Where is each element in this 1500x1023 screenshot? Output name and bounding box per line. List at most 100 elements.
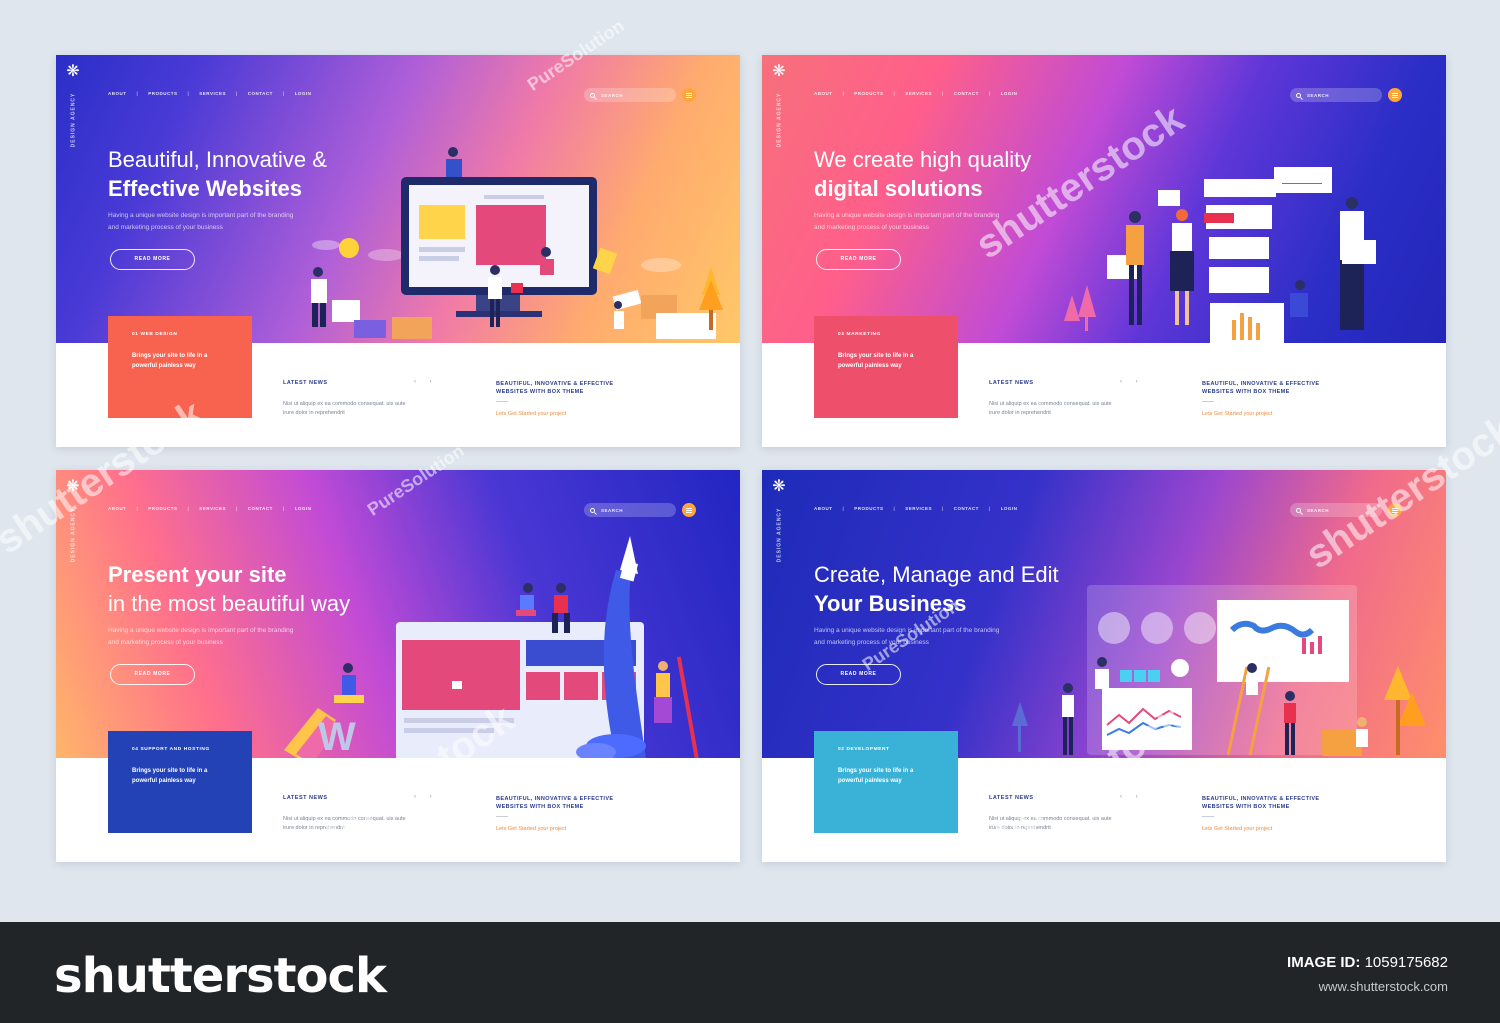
search-placeholder: SEARCH	[1307, 92, 1330, 98]
nav-products[interactable]: PRODUCTS	[148, 506, 177, 511]
divider	[1202, 816, 1214, 817]
nav-about[interactable]: ABOUT	[108, 506, 127, 511]
nav-services[interactable]: SERVICES	[199, 91, 226, 96]
flower-logo-icon[interactable]: ❋	[64, 63, 82, 81]
feature-text: Brings your site to life in a powerful p…	[132, 768, 208, 784]
feature-card[interactable]: 03 MARKETING Brings your site to life in…	[814, 316, 958, 418]
nav-login[interactable]: LOGIN	[1001, 506, 1018, 511]
nav-separator: |	[282, 91, 285, 96]
nav-contact[interactable]: CONTACT	[248, 506, 273, 511]
read-more-button[interactable]: READ MORE	[110, 664, 195, 685]
search-input[interactable]: SEARCH	[584, 88, 676, 102]
feature-card[interactable]: 02 DEVELOPMENT Brings your site to life …	[814, 731, 958, 833]
nav-login[interactable]: LOGIN	[1001, 91, 1018, 96]
read-more-button[interactable]: READ MORE	[816, 249, 901, 270]
hamburger-menu-button[interactable]	[1388, 503, 1402, 517]
hamburger-menu-button[interactable]	[1388, 88, 1402, 102]
get-started-link[interactable]: Lets Get Started your project	[496, 411, 566, 417]
nav-separator: |	[136, 506, 139, 511]
feature-title: 02 DEVELOPMENT	[838, 747, 890, 752]
hamburger-menu-button[interactable]	[682, 88, 696, 102]
headline-line-2: in the most beautiful way	[108, 591, 351, 616]
latest-news-heading: LATEST NEWS	[989, 795, 1034, 801]
nav-separator: |	[235, 91, 238, 96]
nav-about[interactable]: ABOUT	[814, 506, 833, 511]
nav-separator: |	[893, 506, 896, 511]
read-more-button[interactable]: READ MORE	[110, 249, 195, 270]
main-nav: ABOUT | PRODUCTS | SERVICES | CONTACT | LOGI…	[108, 91, 311, 96]
nav-login[interactable]: LOGIN	[295, 506, 312, 511]
headline-line-2: digital solutions	[814, 176, 983, 201]
search-input[interactable]: SEARCH	[584, 503, 676, 517]
nav-login[interactable]: LOGIN	[295, 91, 312, 96]
search-input[interactable]: SEARCH	[1290, 88, 1382, 102]
hero-section: ❋ DESIGN AGENCY ABOUT | PRODUCTS | SERVICE…	[762, 470, 1446, 758]
headline-line-1: Present your site	[108, 562, 287, 587]
hero-section: ❋ DESIGN AGENCY ABOUT | PRODUCTS | SERVICE…	[762, 55, 1446, 343]
news-pagination-arrows[interactable]: ‹ ›	[414, 379, 438, 385]
get-started-link[interactable]: Lets Get Started your project	[1202, 411, 1272, 417]
feature-text: Brings your site to life in a powerful p…	[838, 768, 914, 784]
nav-separator: |	[893, 91, 896, 96]
flower-logo-icon[interactable]: ❋	[64, 478, 82, 496]
news-text: Nisi ut aliquip ex ea commodo consequat.…	[989, 816, 1112, 831]
nav-separator: |	[941, 91, 944, 96]
feature-card[interactable]: 04 SUPPORT AND HOSTING Brings your site …	[108, 731, 252, 833]
flower-logo-icon[interactable]: ❋	[770, 478, 788, 496]
hero-headline: We create high quality digital solutions	[814, 145, 1031, 203]
search-input[interactable]: SEARCH	[1290, 503, 1382, 517]
news-pagination-arrows[interactable]: ‹ ›	[1120, 794, 1144, 800]
main-nav: ABOUT | PRODUCTS | SERVICES | CONTACT | LOGI…	[814, 91, 1017, 96]
search-icon	[1296, 92, 1301, 98]
flower-logo-icon[interactable]: ❋	[770, 63, 788, 81]
feature-card[interactable]: 01 WEB DESIGN Brings your site to life i…	[108, 316, 252, 418]
feature-text: Brings your site to life in a powerful p…	[838, 353, 914, 369]
read-more-button[interactable]: READ MORE	[816, 664, 901, 685]
search-icon	[590, 507, 595, 513]
nav-separator: |	[235, 506, 238, 511]
search-placeholder: SEARCH	[601, 92, 624, 98]
news-pagination-arrows[interactable]: ‹ ›	[414, 794, 438, 800]
news-text: Nisi ut aliquip ex ea commodo consequat.…	[989, 401, 1112, 416]
divider	[1202, 401, 1214, 402]
nav-contact[interactable]: CONTACT	[954, 91, 979, 96]
feature-title: 04 SUPPORT AND HOSTING	[132, 747, 210, 752]
nav-separator: |	[187, 506, 190, 511]
hero-description: Having a unique website design is import…	[108, 212, 294, 231]
headline-line-1: We create high quality	[814, 147, 1032, 172]
nav-separator: |	[842, 91, 845, 96]
nav-separator: |	[282, 506, 285, 511]
nav-about[interactable]: ABOUT	[108, 91, 127, 96]
get-started-link[interactable]: Lets Get Started your project	[1202, 826, 1272, 832]
nav-separator: |	[941, 506, 944, 511]
hero-headline: Present your site in the most beautiful …	[108, 560, 350, 618]
image-id: IMAGE ID: 1059175682	[1287, 954, 1448, 971]
nav-about[interactable]: ABOUT	[814, 91, 833, 96]
nav-products[interactable]: PRODUCTS	[854, 91, 883, 96]
hero-headline: Create, Manage and Edit Your Business	[814, 560, 1059, 618]
nav-contact[interactable]: CONTACT	[248, 91, 273, 96]
nav-services[interactable]: SERVICES	[905, 91, 932, 96]
hamburger-menu-button[interactable]	[682, 503, 696, 517]
nav-services[interactable]: SERVICES	[905, 506, 932, 511]
search-placeholder: SEARCH	[1307, 507, 1330, 513]
nav-contact[interactable]: CONTACT	[954, 506, 979, 511]
main-nav: ABOUT | PRODUCTS | SERVICES | CONTACT | LOGI…	[108, 506, 311, 511]
nav-products[interactable]: PRODUCTS	[148, 91, 177, 96]
shutterstock-logo: shutterstock	[54, 948, 387, 1004]
hero-headline: Beautiful, Innovative & Effective Websit…	[108, 145, 327, 203]
agency-label: DESIGN AGENCY	[776, 92, 783, 148]
nav-separator: |	[842, 506, 845, 511]
nav-products[interactable]: PRODUCTS	[854, 506, 883, 511]
get-started-link[interactable]: Lets Get Started your project	[496, 826, 566, 832]
headline-line-2: Effective Websites	[108, 176, 303, 201]
nav-services[interactable]: SERVICES	[199, 506, 226, 511]
nav-separator: |	[988, 91, 991, 96]
news-pagination-arrows[interactable]: ‹ ›	[1120, 379, 1144, 385]
hero-section: ❋ DESIGN AGENCY ABOUT | PRODUCTS | SERVICE…	[56, 55, 740, 343]
search-icon	[590, 92, 595, 98]
hero-description: Having a unique website design is import…	[814, 212, 1000, 231]
site-url: www.shutterstock.com	[1318, 979, 1448, 994]
theme-heading: BEAUTIFUL, INNOVATIVE & EFFECTIVE WEBSIT…	[1202, 796, 1320, 810]
landing-page-mockup-2: ❋ DESIGN AGENCY ABOUT | PRODUCTS | SERVICE…	[762, 55, 1446, 447]
